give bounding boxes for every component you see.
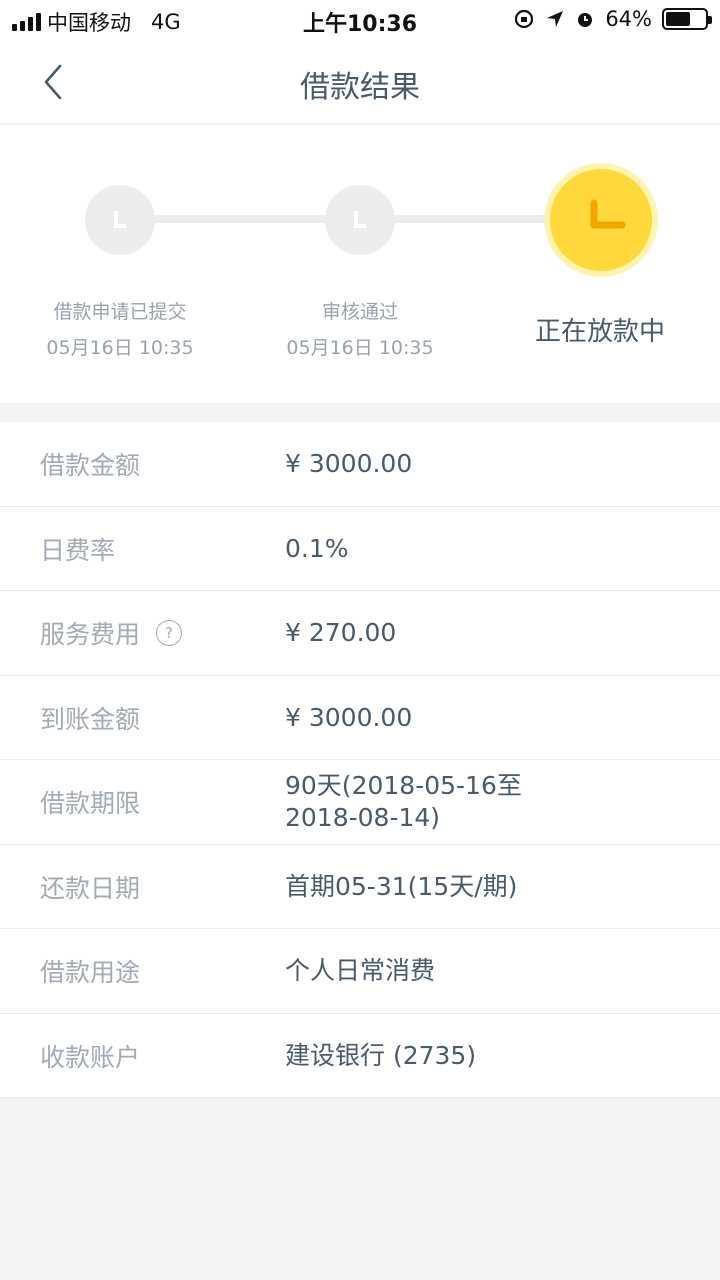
- detail-value: 个人日常消费: [285, 956, 436, 985]
- detail-label: 日费率: [40, 535, 116, 565]
- battery-percent: 64%: [605, 7, 652, 31]
- detail-row-term: 借款期限 90天(2018-05-16至 2018-08-14): [0, 760, 720, 845]
- status-right: 64%: [513, 7, 712, 31]
- detail-label: 收款账户: [40, 1042, 141, 1072]
- step-1-date: 05月16日 10:35: [46, 337, 194, 359]
- detail-label: 到账金额: [40, 704, 141, 734]
- detail-row-daily-rate: 日费率 0.1%: [0, 507, 720, 591]
- status-bar: 中国移动 4G 上午10:36 64%: [0, 0, 720, 40]
- battery-icon: [662, 8, 712, 30]
- page-title: 借款结果: [300, 70, 420, 105]
- detail-value: ¥ 270.00: [285, 618, 397, 647]
- help-icon[interactable]: ?: [156, 620, 183, 646]
- detail-value: 90天(2018-05-16至 2018-08-14): [285, 771, 522, 832]
- detail-label: 借款用途: [40, 958, 141, 987]
- detail-label: 借款期限: [40, 789, 141, 818]
- step-2-label: 审核通过: [321, 301, 398, 323]
- step-3-clock-icon: [550, 169, 652, 271]
- detail-value: 建设银行 (2735): [285, 1040, 477, 1070]
- detail-row-service-fee: 服务费用 ? ¥ 270.00: [0, 591, 720, 676]
- detail-label: 还款日期: [40, 873, 141, 903]
- nav-bar: 借款结果: [0, 40, 720, 124]
- detail-value: ¥ 3000.00: [285, 449, 413, 478]
- step-2-date: 05月16日 10:35: [286, 337, 434, 359]
- step-1-clock-icon: [85, 185, 155, 255]
- progress-steps: 借款申请已提交 05月16日 10:35 审核通过 05月16日 10:35 正…: [0, 125, 720, 403]
- detail-row-account: 收款账户 建设银行 (2735): [0, 1014, 720, 1098]
- detail-row-repay-date: 还款日期 首期05-31(15天/期): [0, 845, 720, 929]
- loan-details: 借款金额 ¥ 3000.00 日费率 0.1% 服务费用 ? ¥ 270.00 …: [0, 422, 720, 1098]
- step-3-label: 正在放款中: [534, 317, 665, 347]
- detail-value: ¥ 3000.00: [285, 702, 413, 732]
- detail-value: 0.1%: [285, 533, 349, 563]
- detail-label-wrap: 服务费用 ?: [40, 591, 183, 675]
- alarm-icon: [578, 13, 593, 27]
- detail-row-purpose: 借款用途 个人日常消费: [0, 929, 720, 1014]
- detail-label: 服务费用: [40, 620, 141, 649]
- location-icon: [547, 11, 564, 27]
- detail-value: 首期05-31(15天/期): [285, 871, 518, 901]
- rotation-lock-icon: [515, 9, 534, 29]
- step-2-clock-icon: [325, 185, 395, 255]
- detail-row-amount: 借款金额 ¥ 3000.00: [0, 422, 720, 507]
- detail-label: 借款金额: [40, 451, 141, 480]
- step-1-label: 借款申请已提交: [53, 301, 187, 323]
- detail-row-received-amount: 到账金额 ¥ 3000.00: [0, 676, 720, 760]
